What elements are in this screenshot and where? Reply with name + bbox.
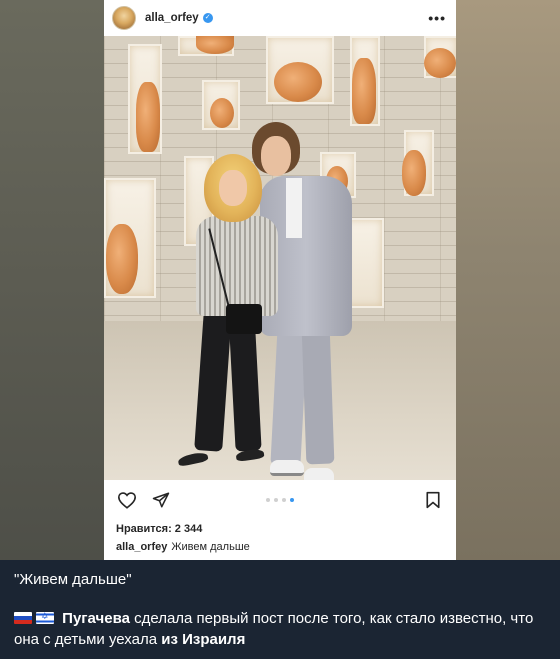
russia-flag-icon bbox=[14, 612, 32, 624]
post-header: alla_orfey ✓ ••• bbox=[104, 0, 456, 36]
carousel-dot-active bbox=[290, 498, 294, 502]
ellipsis-icon[interactable]: ••• bbox=[428, 10, 446, 26]
person-figure bbox=[304, 468, 334, 480]
blurred-background-left bbox=[0, 0, 104, 560]
person-figure bbox=[270, 460, 304, 476]
vase bbox=[196, 36, 234, 54]
vase bbox=[402, 150, 426, 196]
telegram-message-text: "Живем дальше" Пугачева сделала первый п… bbox=[0, 560, 560, 659]
blurred-background-right bbox=[456, 0, 560, 560]
vase bbox=[106, 224, 138, 294]
carousel-dot bbox=[266, 498, 270, 502]
send-icon[interactable] bbox=[150, 489, 172, 511]
person-figure bbox=[286, 178, 302, 238]
message-body: Пугачева сделала первый пост после того,… bbox=[14, 608, 546, 650]
post-photo[interactable] bbox=[104, 36, 456, 480]
person-figure bbox=[261, 136, 291, 176]
message-quote: "Живем дальше" bbox=[14, 571, 132, 588]
post-caption: alla_orfey Живем дальше bbox=[104, 538, 456, 556]
carousel-dot bbox=[282, 498, 286, 502]
caption-text: Живем дальше bbox=[171, 541, 250, 553]
verified-badge-icon: ✓ bbox=[202, 13, 213, 23]
israel-flag-icon bbox=[36, 611, 54, 624]
person-figure bbox=[301, 325, 335, 465]
vase bbox=[352, 58, 376, 124]
carousel-dot bbox=[274, 498, 278, 502]
post-actions-bar bbox=[104, 480, 456, 520]
heart-icon[interactable] bbox=[116, 489, 138, 511]
post-username[interactable]: alla_orfey bbox=[145, 12, 199, 24]
likes-count[interactable]: Нравится: 2 344 bbox=[104, 520, 456, 538]
person-figure bbox=[219, 170, 247, 206]
avatar[interactable] bbox=[112, 6, 136, 30]
carousel-indicator bbox=[266, 498, 294, 502]
caption-username[interactable]: alla_orfey bbox=[116, 541, 167, 553]
instagram-post-card: alla_orfey ✓ ••• Нравится: 2 344 alla_or… bbox=[104, 0, 456, 560]
vase bbox=[424, 48, 456, 78]
vase bbox=[136, 82, 160, 152]
vase bbox=[210, 98, 234, 128]
handbag bbox=[226, 304, 262, 334]
vase bbox=[274, 62, 322, 102]
message-name: Пугачева bbox=[62, 610, 130, 627]
message-text-bold-end: из Израиля bbox=[161, 631, 246, 648]
bookmark-icon[interactable] bbox=[422, 489, 444, 511]
